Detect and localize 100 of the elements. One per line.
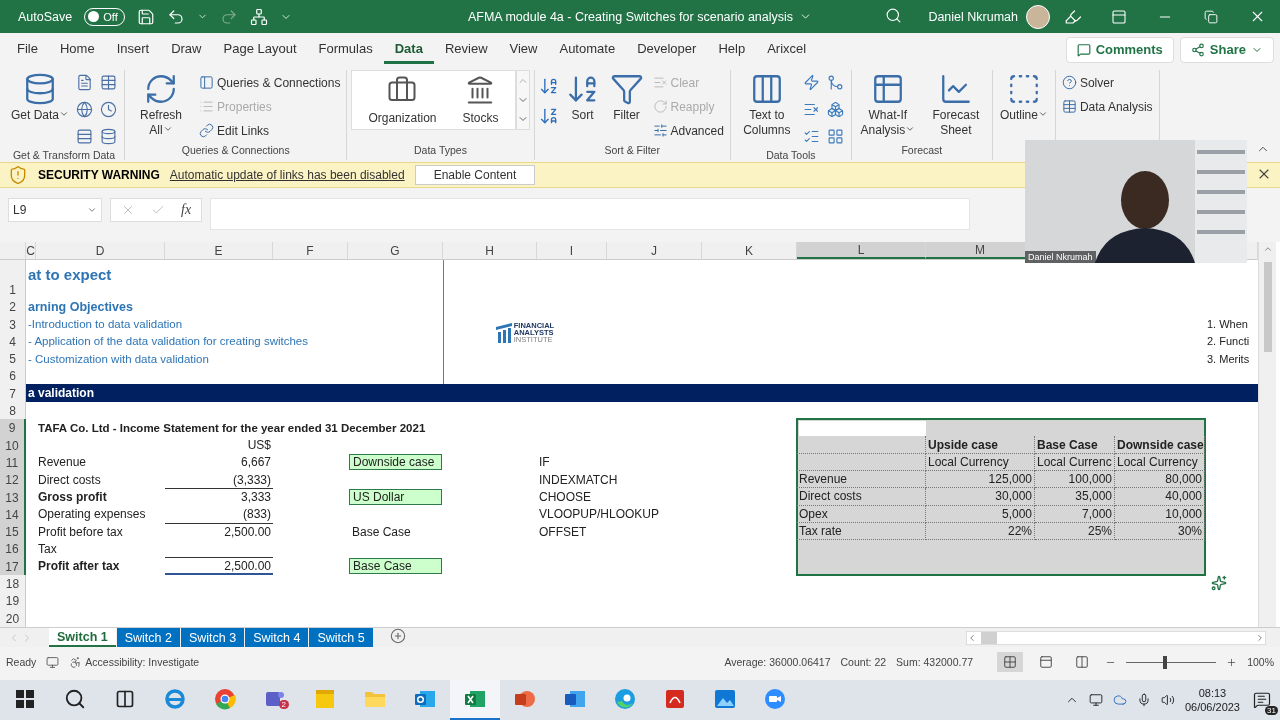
ribbon-button[interactable]: Outline [996, 70, 1051, 125]
menu-tab[interactable]: Help [707, 35, 757, 64]
cloud-icon[interactable] [1112, 693, 1127, 707]
column-header[interactable]: L [857, 242, 865, 257]
hierarchy-icon[interactable] [249, 7, 268, 26]
clock-icon[interactable] [100, 101, 118, 118]
name-box[interactable]: L9 [8, 198, 102, 222]
scroll-thumb[interactable] [981, 631, 997, 644]
clock[interactable]: 08:13 06/06/2023 [1184, 686, 1240, 714]
rows-icon[interactable] [76, 128, 94, 145]
restore-icon[interactable] [1204, 9, 1218, 24]
ribbon-button[interactable]: Text to Columns [734, 70, 799, 140]
undo-icon[interactable] [166, 7, 185, 26]
menu-tab[interactable]: View [498, 35, 549, 64]
sheet-tab[interactable]: Switch 2 [116, 628, 180, 647]
boxes-icon[interactable] [826, 101, 844, 118]
column-header[interactable]: G [390, 243, 400, 258]
validation-icon[interactable] [802, 128, 820, 145]
ribbon-button[interactable]: Edit Links [197, 120, 343, 141]
comments-button[interactable]: Comments [1065, 36, 1174, 63]
globe-icon[interactable] [76, 101, 94, 118]
data-type-button[interactable]: Stocks [456, 74, 505, 126]
switch-dropdown[interactable]: US Dollar [349, 488, 442, 505]
quick-analysis-icon[interactable] [1211, 575, 1227, 592]
merge-icon[interactable] [826, 74, 844, 91]
active-cell[interactable] [799, 421, 926, 437]
add-sheet-icon[interactable] [389, 627, 406, 644]
ribbon-button[interactable]: Get Data [8, 70, 73, 125]
scroll-thumb[interactable] [1263, 262, 1272, 352]
formula-input[interactable] [210, 198, 971, 230]
menu-tab[interactable]: Insert [105, 35, 161, 64]
menu-tab[interactable]: Formulas [307, 35, 384, 64]
device-icon[interactable] [1088, 693, 1103, 707]
column-header[interactable]: J [651, 243, 657, 258]
column-header[interactable]: M [975, 242, 985, 257]
sheet-tab[interactable]: Switch 5 [309, 628, 373, 647]
ribbon-button[interactable]: Refresh All [129, 70, 194, 140]
redo-icon[interactable] [219, 7, 238, 26]
share-button[interactable]: Share [1179, 36, 1274, 63]
ribbon-button[interactable]: Solver [1059, 72, 1155, 93]
document-icon[interactable] [76, 74, 94, 91]
column-header[interactable]: E [214, 243, 223, 258]
menu-tab[interactable]: Draw [160, 35, 213, 64]
database-icon[interactable] [100, 128, 118, 145]
menu-tab[interactable]: Automate [548, 35, 627, 64]
scroll-up-icon[interactable] [1262, 244, 1273, 254]
sheet-tab[interactable]: Switch 3 [180, 628, 245, 647]
scroll-left-icon[interactable] [967, 632, 977, 643]
menu-tab[interactable]: Data [383, 35, 434, 64]
grid-icon[interactable] [826, 128, 844, 145]
accessibility-icon[interactable] [69, 655, 83, 669]
menu-tab[interactable]: Review [433, 35, 499, 64]
avatar[interactable] [1026, 4, 1050, 29]
zoom-thumb[interactable] [1162, 655, 1167, 669]
remove-icon[interactable] [802, 101, 820, 118]
enable-content-button[interactable]: Enable Content [414, 165, 536, 185]
ribbon-button[interactable]: What-If Analysis [855, 70, 920, 140]
row-header[interactable]: 1 [9, 283, 16, 297]
column-header[interactable]: H [485, 243, 494, 258]
sort-ascending-icon[interactable] [538, 76, 559, 96]
switch-dropdown[interactable]: Base Case [349, 558, 442, 575]
column-header[interactable]: K [745, 243, 753, 258]
column-header[interactable]: D [95, 243, 105, 258]
taskbar-app[interactable]: 2 [250, 680, 300, 720]
insert-function-button[interactable]: fx [181, 202, 192, 218]
ribbon-button[interactable]: Forecast Sheet [923, 70, 988, 140]
search-icon[interactable] [885, 6, 903, 24]
pen-icon[interactable] [1064, 7, 1082, 26]
zoom-level[interactable]: 100% [1247, 656, 1274, 668]
ribbon-button[interactable]: Queries & Connections [197, 72, 343, 93]
menu-tab[interactable]: Home [48, 35, 106, 64]
menu-tab[interactable]: File [6, 35, 49, 64]
window-title[interactable]: AFMA module 4a - Creating Switches for scenario analysis [467, 9, 794, 24]
menu-tab[interactable]: Page Layout [212, 35, 308, 64]
save-icon[interactable] [136, 7, 155, 26]
data-type-button[interactable]: Organization [362, 74, 443, 126]
ribbon-display-icon[interactable] [1111, 8, 1127, 25]
notifications-icon[interactable] [1253, 691, 1271, 709]
menu-tab[interactable]: Developer [626, 35, 708, 64]
accessibility-status[interactable]: Accessibility: Investigate [85, 656, 200, 668]
menu-tab[interactable]: Arixcel [756, 35, 818, 64]
ribbon-button[interactable]: Advanced [650, 120, 726, 141]
user-name[interactable]: Daniel Nkrumah [928, 9, 1018, 24]
macro-icon[interactable] [46, 655, 60, 669]
sheet-tab[interactable]: Switch 1 [49, 628, 116, 647]
speaker-icon[interactable] [1160, 693, 1175, 707]
microphone-icon[interactable] [1136, 693, 1151, 707]
column-header[interactable]: C [26, 243, 35, 258]
view-button[interactable] [997, 652, 1024, 672]
ribbon-button[interactable]: Filter [606, 70, 647, 125]
horizontal-scrollbar[interactable] [966, 630, 1266, 645]
scroll-right-icon[interactable] [1255, 632, 1265, 643]
column-header[interactable]: I [569, 243, 574, 258]
ribbon-button[interactable]: Sort [562, 70, 603, 125]
table-icon[interactable] [100, 74, 118, 91]
sheet-tab[interactable]: Switch 4 [245, 628, 309, 647]
flash-fill-icon[interactable] [802, 74, 820, 91]
sort-descending-icon[interactable] [538, 106, 559, 126]
column-header[interactable]: F [306, 243, 314, 258]
switch-dropdown[interactable]: Downside case [349, 454, 442, 471]
